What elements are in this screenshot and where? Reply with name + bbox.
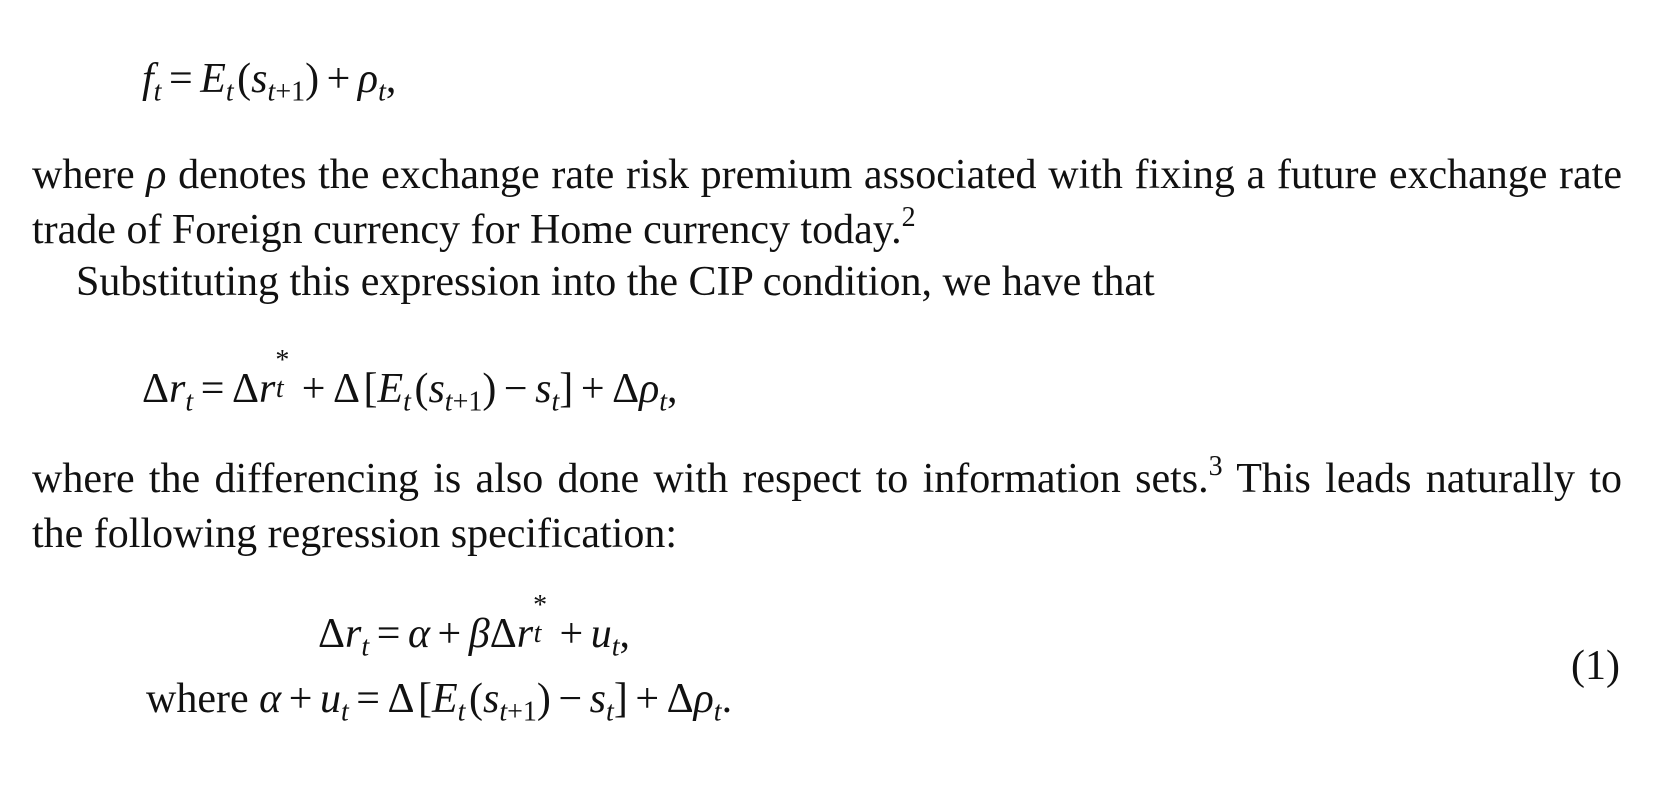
paragraph-regression-intro: where the differencing is also done with… [32, 451, 1622, 557]
paper-page: ft = Et (st+1) + ρt, where ρ denotes the exc… [0, 0, 1656, 790]
equation-regression: Δrt = α + βΔr * t + ut, [318, 590, 631, 663]
footnote-marker[interactable]: 2 [902, 202, 916, 233]
equation-regression-definition: where α + ut = Δ [Et (st+1) − st] + Δρt. [146, 676, 733, 728]
paragraph-substitution: Substituting this expression into the CI… [76, 259, 1155, 305]
footnote-marker[interactable]: 3 [1209, 451, 1223, 482]
equation-forward-rate: ft = Et (st+1) + ρt, [142, 56, 397, 108]
equation-number: (1) [1571, 643, 1620, 689]
paragraph-risk-premium: where ρ denotes the exchange rate risk p… [32, 152, 1622, 253]
equation-differenced: Δrt = Δr * t + Δ [Et (st+1) − st] + Δρt, [142, 345, 678, 418]
